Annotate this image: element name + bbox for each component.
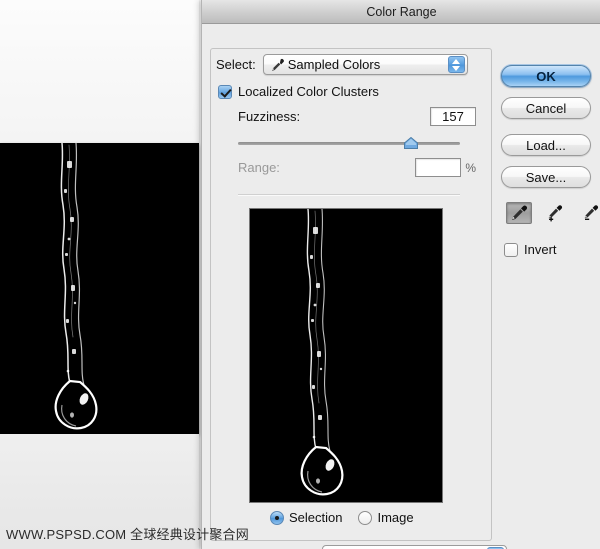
- fuzziness-slider[interactable]: [238, 136, 460, 152]
- radio-selection-label: Selection: [289, 510, 343, 525]
- selection-preview-thumbnail[interactable]: [249, 208, 443, 503]
- document-canvas[interactable]: [0, 143, 199, 434]
- chevron-up-icon: [452, 58, 461, 64]
- color-range-dialog: Color Range Select: Sampled Colors Local…: [201, 0, 600, 549]
- document-top-area: [0, 0, 199, 143]
- save-button[interactable]: Save...: [501, 166, 591, 188]
- radio-selection[interactable]: Selection: [270, 510, 342, 525]
- preview-mode-radio-group: Selection Image: [270, 510, 414, 525]
- selection-preview-dropdown[interactable]: None: [321, 545, 507, 549]
- select-value: Sampled Colors: [287, 57, 381, 72]
- section-divider: [238, 194, 460, 196]
- dialog-title: Color Range: [366, 4, 437, 19]
- radio-selection-button[interactable]: [270, 510, 284, 525]
- fuzziness-row: Fuzziness: 157: [238, 107, 476, 126]
- invert-checkbox[interactable]: [504, 242, 518, 257]
- range-row: Range: %: [238, 158, 476, 177]
- fuzziness-input[interactable]: 157: [430, 107, 476, 126]
- eyedropper-icon[interactable]: [506, 202, 532, 224]
- select-stepper-arrows[interactable]: [447, 56, 465, 73]
- select-dropdown[interactable]: Sampled Colors: [262, 54, 468, 75]
- localized-color-clusters-label: Localized Color Clusters: [238, 84, 379, 99]
- screenshot-root: WWW.PSPSD.COM 全球经典设计聚合网 Color Range Sele…: [0, 0, 600, 549]
- localized-color-clusters-checkbox[interactable]: [218, 84, 232, 99]
- invert-row[interactable]: Invert: [504, 242, 557, 257]
- eyedropper-icon: [270, 58, 284, 72]
- select-label: Select:: [214, 57, 258, 72]
- ok-button[interactable]: OK: [501, 65, 591, 87]
- range-unit-label: %: [465, 160, 476, 175]
- water-stream-artwork: [0, 143, 199, 434]
- dialog-titlebar[interactable]: Color Range: [202, 0, 600, 24]
- preview-water-stream-artwork: [250, 209, 442, 502]
- eyedropper-add-icon[interactable]: [542, 202, 568, 224]
- eyedropper-subtract-icon[interactable]: [578, 202, 600, 224]
- selection-preview-row: Selection Preview: None: [210, 545, 507, 549]
- radio-image[interactable]: Image: [358, 510, 414, 525]
- dialog-body: Select: Sampled Colors Localized Color C…: [202, 24, 600, 549]
- cancel-button[interactable]: Cancel: [501, 97, 591, 119]
- background-document-window[interactable]: [0, 0, 199, 549]
- eyedropper-tool-group: [506, 202, 600, 224]
- invert-label: Invert: [524, 242, 557, 257]
- select-row: Select: Sampled Colors: [214, 54, 468, 75]
- radio-image-label: Image: [377, 510, 414, 525]
- range-label: Range:: [238, 160, 280, 175]
- watermark-text: WWW.PSPSD.COM 全球经典设计聚合网: [6, 527, 249, 542]
- fuzziness-slider-track: [238, 142, 460, 145]
- fuzziness-label: Fuzziness:: [238, 109, 301, 124]
- radio-image-button[interactable]: [358, 510, 373, 525]
- range-input[interactable]: [415, 158, 462, 177]
- fuzziness-slider-thumb[interactable]: [404, 136, 419, 150]
- localized-color-clusters-row[interactable]: Localized Color Clusters: [218, 84, 379, 99]
- load-button[interactable]: Load...: [501, 134, 591, 156]
- chevron-down-icon: [452, 65, 461, 71]
